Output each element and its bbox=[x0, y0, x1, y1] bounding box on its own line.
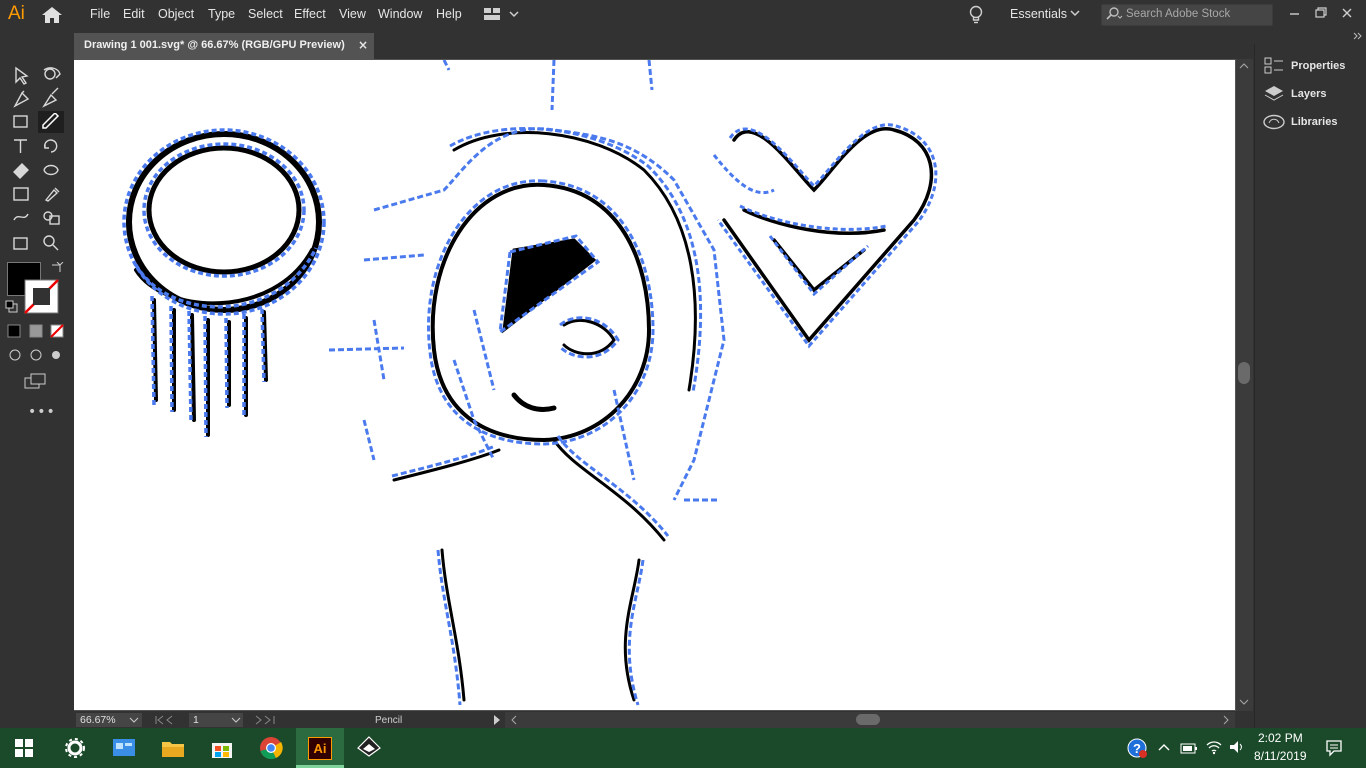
draw-mode-icons[interactable] bbox=[8, 348, 64, 362]
menu-help[interactable]: Help bbox=[436, 7, 462, 21]
zoom-level-value[interactable]: 66.67% bbox=[80, 714, 116, 726]
vertical-scroll-thumb[interactable] bbox=[1238, 362, 1250, 384]
toolbar-icons bbox=[13, 66, 61, 251]
scroll-right-icon[interactable] bbox=[1222, 714, 1230, 726]
battery-icon[interactable] bbox=[1180, 741, 1198, 755]
scroll-left-icon[interactable] bbox=[510, 714, 518, 726]
chevron-down-icon[interactable] bbox=[1070, 8, 1080, 18]
search-placeholder: Search Adobe Stock bbox=[1126, 8, 1231, 20]
zoom-tool-icon bbox=[43, 235, 55, 247]
gradient-tool-icon bbox=[13, 187, 29, 201]
artboard[interactable] bbox=[74, 60, 1235, 710]
menu-view[interactable]: View bbox=[339, 7, 366, 21]
pen-tool-icon bbox=[13, 90, 30, 108]
clock-date[interactable]: 8/11/2019 bbox=[1254, 749, 1307, 763]
help-icon[interactable]: ? bbox=[1126, 737, 1148, 759]
close-icon[interactable] bbox=[1336, 4, 1358, 22]
search-icon bbox=[1106, 7, 1123, 20]
home-icon[interactable] bbox=[40, 6, 64, 24]
color-mode-icons[interactable] bbox=[7, 324, 65, 338]
menu-edit[interactable]: Edit bbox=[123, 7, 145, 21]
default-colors-icon[interactable] bbox=[5, 300, 19, 314]
panel-properties[interactable]: Properties bbox=[1291, 60, 1345, 72]
first-artboard-icon[interactable] bbox=[154, 714, 184, 726]
stroke-swatch[interactable] bbox=[24, 279, 60, 315]
eraser-tool-icon bbox=[13, 163, 29, 179]
artboard-number[interactable]: 1 bbox=[193, 714, 199, 726]
settings-icon[interactable] bbox=[64, 737, 86, 759]
panel-layers[interactable]: Layers bbox=[1291, 88, 1326, 100]
type-tool-icon bbox=[14, 139, 27, 153]
pencil-tool-icon[interactable] bbox=[40, 113, 62, 131]
scroll-up-icon[interactable] bbox=[1239, 62, 1249, 70]
menu-type[interactable]: Type bbox=[208, 7, 235, 21]
last-artboard-icon[interactable] bbox=[254, 714, 282, 726]
menu-object[interactable]: Object bbox=[158, 7, 194, 21]
right-panel-dock bbox=[1254, 44, 1366, 728]
file-explorer-icon[interactable] bbox=[161, 738, 185, 758]
artwork-drawing[interactable] bbox=[74, 60, 1235, 710]
screen-mode-icon[interactable] bbox=[24, 373, 48, 389]
restore-icon[interactable] bbox=[1310, 4, 1332, 22]
properties-icon[interactable] bbox=[1264, 57, 1284, 75]
panel-libraries[interactable]: Libraries bbox=[1291, 116, 1337, 128]
libraries-icon[interactable] bbox=[1263, 114, 1285, 130]
arrange-documents-icon[interactable] bbox=[484, 7, 520, 21]
clock-time[interactable]: 2:02 PM bbox=[1258, 731, 1303, 745]
illustrator-icon[interactable]: Ai bbox=[308, 737, 332, 760]
horizontal-scroll-thumb[interactable] bbox=[856, 714, 880, 725]
chrome-icon[interactable] bbox=[259, 736, 283, 760]
store-icon[interactable] bbox=[210, 737, 234, 759]
menu-effect[interactable]: Effect bbox=[294, 7, 326, 21]
vertical-scrollbar[interactable] bbox=[1236, 59, 1253, 711]
layers-icon[interactable] bbox=[1264, 85, 1284, 103]
action-center-icon[interactable] bbox=[1325, 739, 1343, 757]
menu-window[interactable]: Window bbox=[378, 7, 422, 21]
menu-file[interactable]: File bbox=[90, 7, 110, 21]
wifi-icon[interactable] bbox=[1205, 739, 1223, 755]
selection-tool-icon bbox=[15, 66, 29, 85]
eyedropper-icon bbox=[44, 187, 60, 202]
status-menu-arrow-icon[interactable] bbox=[493, 714, 501, 726]
chevron-down-icon[interactable] bbox=[129, 716, 139, 724]
volume-icon[interactable] bbox=[1228, 739, 1246, 755]
control-panel-icon[interactable] bbox=[112, 738, 136, 758]
chevron-down-icon[interactable] bbox=[231, 716, 241, 724]
rotate-tool-icon bbox=[43, 139, 58, 153]
workspace-switcher[interactable]: Essentials bbox=[1010, 7, 1067, 21]
document-close-button[interactable]: × bbox=[358, 38, 368, 52]
menu-select[interactable]: Select bbox=[248, 7, 283, 21]
show-hidden-icons-icon[interactable] bbox=[1157, 742, 1171, 752]
scroll-down-icon[interactable] bbox=[1239, 698, 1249, 706]
lightbulb-icon[interactable] bbox=[968, 5, 984, 25]
artboard-tool-icon bbox=[13, 237, 28, 250]
symbol-sprayer-icon bbox=[13, 213, 29, 221]
rectangle-tool-icon bbox=[13, 115, 28, 128]
windows-start-icon[interactable] bbox=[15, 739, 33, 757]
inkscape-icon[interactable] bbox=[357, 736, 381, 760]
minimize-icon[interactable] bbox=[1284, 4, 1306, 22]
swap-fill-stroke-icon[interactable] bbox=[50, 262, 64, 274]
more-tools-icon[interactable]: ••• bbox=[28, 404, 56, 420]
expand-panel-icon[interactable] bbox=[1352, 32, 1362, 40]
width-tool-icon bbox=[43, 164, 59, 176]
app-logo: Ai bbox=[8, 3, 25, 24]
document-tab-title[interactable]: Drawing 1 001.svg* @ 66.67% (RGB/GPU Pre… bbox=[84, 39, 345, 51]
current-tool-status: Pencil bbox=[375, 715, 403, 726]
